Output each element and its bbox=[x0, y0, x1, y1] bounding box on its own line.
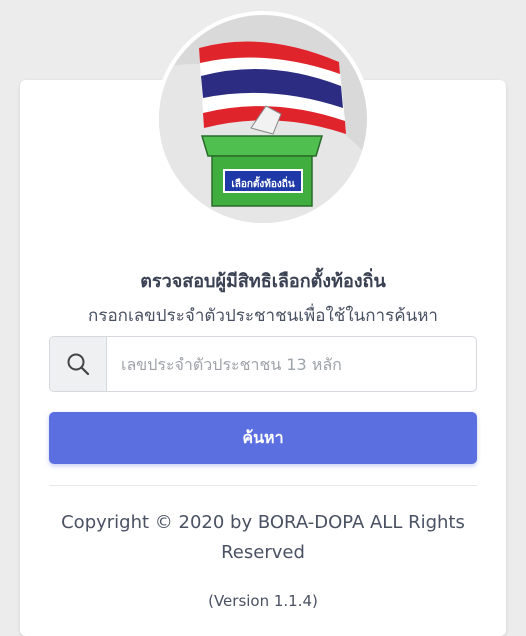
logo-badge-label: เลือกตั้งท้องถิ่น bbox=[231, 179, 295, 190]
search-box bbox=[49, 336, 477, 392]
election-logo bbox=[155, 11, 371, 227]
copyright-text: Copyright © 2020 by BORA-DOPA ALL Rights… bbox=[61, 512, 465, 563]
page-title: ตรวจสอบผู้มีสิทธิเลือกตั้งท้องถิ่น bbox=[140, 271, 386, 292]
search-button[interactable]: ค้นหา bbox=[49, 412, 477, 464]
divider bbox=[49, 485, 477, 486]
citizen-id-input[interactable] bbox=[107, 337, 476, 391]
version-text: (Version 1.1.4) bbox=[208, 592, 318, 610]
search-icon bbox=[50, 337, 107, 391]
page-subtitle: กรอกเลขประจำตัวประชาชนเพื่อใช้ในการค้นหา bbox=[88, 306, 438, 326]
